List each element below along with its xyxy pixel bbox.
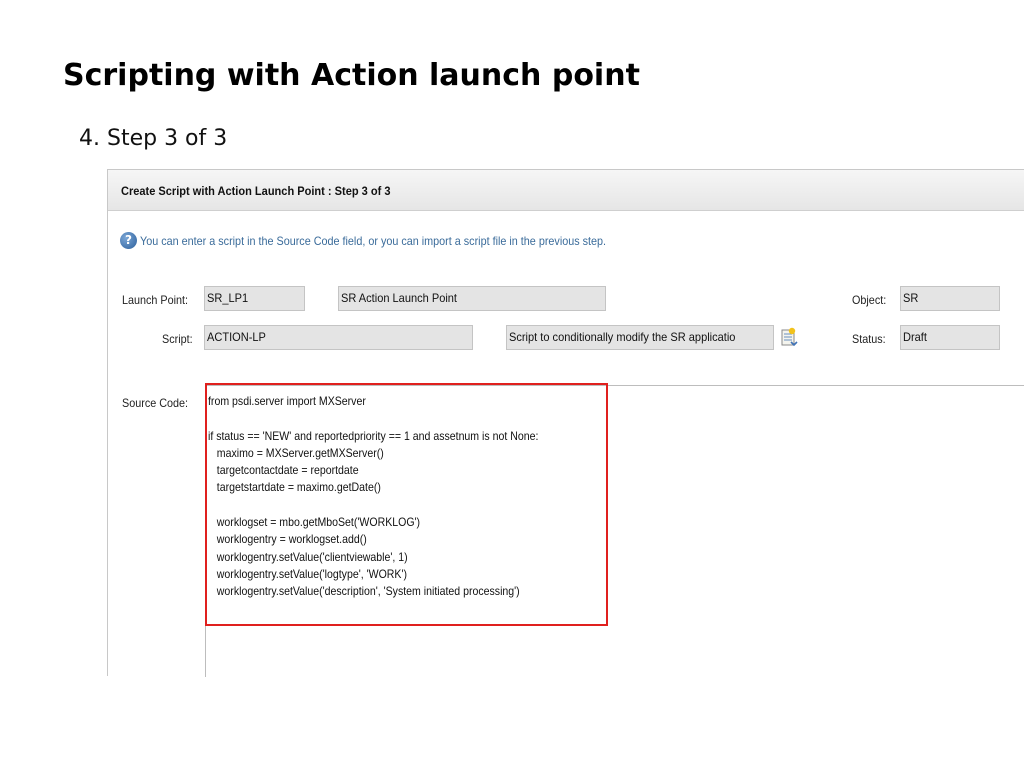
script-field[interactable]: ACTION-LP <box>204 325 473 350</box>
code-line: maximo = MXServer.getMXServer() <box>208 445 384 460</box>
status-field[interactable]: Draft <box>900 325 1000 350</box>
launch-point-field[interactable]: SR_LP1 <box>204 286 305 311</box>
help-icon[interactable]: ? <box>120 232 137 249</box>
info-text: You can enter a script in the Source Cod… <box>140 233 607 248</box>
detail-lookup-icon[interactable] <box>780 327 798 347</box>
code-line: worklogentry.setValue('clientviewable', … <box>208 549 408 564</box>
code-line: worklogentry = worklogset.add() <box>208 532 367 547</box>
launch-point-description-field[interactable]: SR Action Launch Point <box>338 286 606 311</box>
code-line: if status == 'NEW' and reportedpriority … <box>208 428 539 443</box>
info-message: ? You can enter a script in the Source Co… <box>120 232 658 250</box>
object-field[interactable]: SR <box>900 286 1000 311</box>
script-description-field[interactable]: Script to conditionally modify the SR ap… <box>506 325 774 350</box>
source-code-text[interactable]: from psdi.server import MXServer if stat… <box>208 393 583 601</box>
code-line: from psdi.server import MXServer <box>208 394 366 408</box>
source-code-label: Source Code: <box>122 396 189 410</box>
dialog-title: Create Script with Action Launch Point :… <box>121 184 391 198</box>
dialog-header: Create Script with Action Launch Point :… <box>108 170 1024 211</box>
code-line: worklogentry.setValue('logtype', 'WORK') <box>208 566 408 581</box>
launch-point-label: Launch Point: <box>122 293 189 307</box>
object-label: Object: <box>852 293 887 307</box>
slide-title: Scripting with Action launch point <box>63 58 640 93</box>
script-label: Script: <box>162 332 193 346</box>
slide-subtitle: 4. Step 3 of 3 <box>79 126 228 151</box>
status-label: Status: <box>852 332 886 346</box>
dialog-screenshot: Create Script with Action Launch Point :… <box>107 169 1024 677</box>
code-line: targetstartdate = maximo.getDate() <box>208 480 381 495</box>
code-line: targetcontactdate = reportdate <box>208 463 359 478</box>
code-line: worklogset = mbo.getMboSet('WORKLOG') <box>208 515 421 530</box>
code-line: worklogentry.setValue('description', 'Sy… <box>208 584 520 599</box>
